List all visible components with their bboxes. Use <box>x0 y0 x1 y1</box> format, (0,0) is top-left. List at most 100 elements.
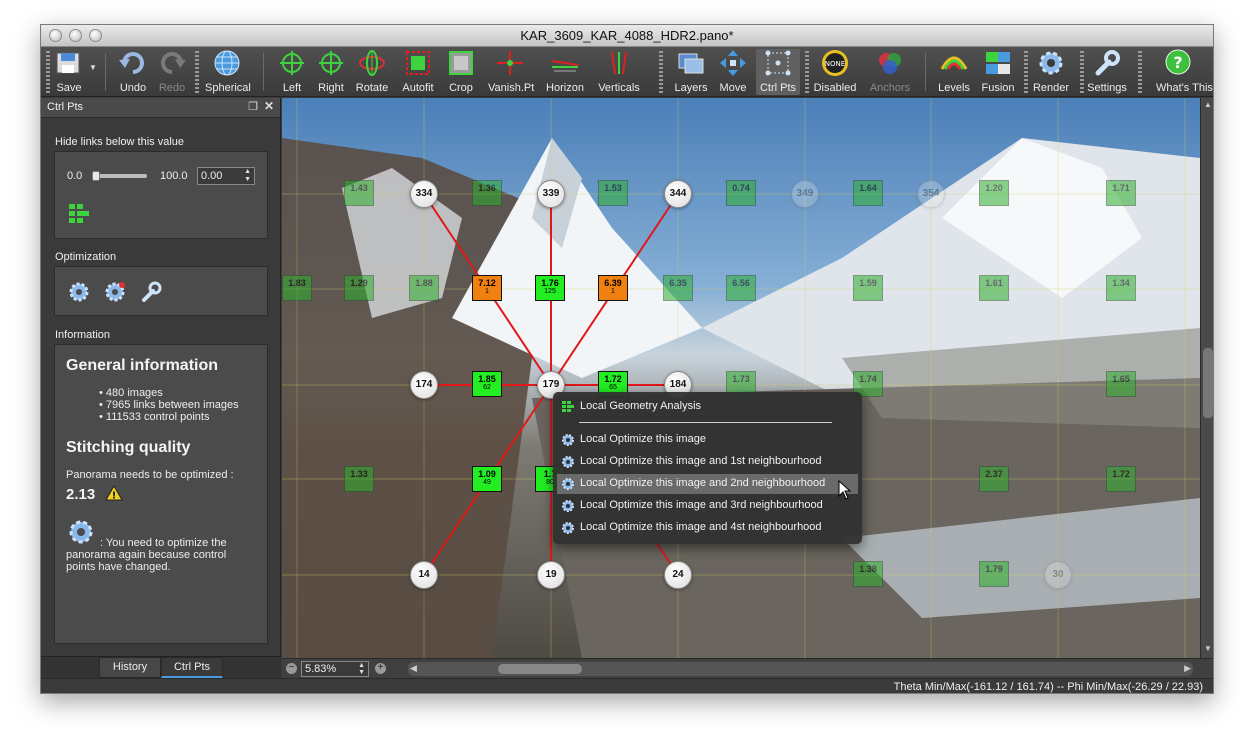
slider-knob[interactable] <box>92 171 100 181</box>
faint-link-weight[interactable]: 1.29 <box>344 275 374 301</box>
faint-link-weight[interactable]: 1.72 <box>1106 466 1136 492</box>
optimizer-settings-wrench-icon[interactable] <box>139 280 163 304</box>
faint-link-weight[interactable]: 1.53 <box>598 180 628 206</box>
faint-image-node[interactable]: 349 <box>791 180 819 208</box>
optimize-gear-icon[interactable] <box>67 280 91 304</box>
toolbar-grip[interactable] <box>805 51 809 93</box>
scroll-left-icon[interactable]: ◀ <box>410 663 417 674</box>
zoom-spin-arrows-icon[interactable]: ▲ ▼ <box>358 662 365 676</box>
fusion-button[interactable]: Fusion <box>981 49 1015 95</box>
menu-item-local-optimize[interactable]: Local Optimize this image <box>557 430 858 450</box>
faint-link-weight[interactable]: 1.71 <box>1106 180 1136 206</box>
faint-link-weight[interactable]: 1.61 <box>979 275 1009 301</box>
toolbar-grip[interactable] <box>1138 51 1142 93</box>
faint-link-weight[interactable]: 0.74 <box>726 180 756 206</box>
levels-button[interactable]: Levels <box>938 49 970 95</box>
link-weight[interactable]: 1.09 49 <box>472 466 502 492</box>
image-node[interactable]: 344 <box>664 180 692 208</box>
faint-link-weight[interactable]: 1.59 <box>853 275 883 301</box>
rotate-left-button[interactable]: Left <box>276 49 308 95</box>
settings-button[interactable]: Settings <box>1087 49 1127 95</box>
vanishing-point-button[interactable]: Vanish.Pt <box>488 49 534 95</box>
image-node[interactable]: 334 <box>410 180 438 208</box>
redo-button[interactable]: Redo <box>156 49 188 95</box>
link-weight[interactable]: 1.85 62 <box>472 371 502 397</box>
geometry-analysis-icon[interactable] <box>67 202 91 224</box>
spin-arrows-icon[interactable]: ▲ ▼ <box>244 168 251 184</box>
optimize-local-gear-icon[interactable] <box>103 280 127 304</box>
faint-link-weight[interactable]: 6.56 <box>726 275 756 301</box>
menu-item-local-geometry-analysis[interactable]: Local Geometry Analysis <box>557 397 858 417</box>
faint-link-weight[interactable]: 1.64 <box>853 180 883 206</box>
faint-link-weight[interactable]: 6.35 <box>663 275 693 301</box>
menu-item-local-optimize[interactable]: Local Optimize this image and 1st neighb… <box>557 452 858 472</box>
link-weight[interactable]: 7.12 1 <box>472 275 502 301</box>
faint-link-weight[interactable]: 1.65 <box>1106 371 1136 397</box>
save-button[interactable]: Save <box>53 49 85 95</box>
close-panel-icon[interactable]: ✕ <box>264 99 274 113</box>
vertical-scrollbar[interactable]: ▲ ▼ <box>1200 98 1213 658</box>
toolbar-grip[interactable] <box>195 51 199 93</box>
faint-link-weight[interactable]: 1.36 <box>472 180 502 206</box>
fusion-icon <box>986 52 1010 74</box>
save-dropdown-icon[interactable]: ▼ <box>89 63 97 72</box>
undo-button[interactable]: Undo <box>117 49 149 95</box>
faint-link-weight[interactable]: 1.20 <box>979 180 1009 206</box>
panorama-viewport[interactable]: 1.43 1.36 1.53 0.74 1.64 1.20 1.71 1.83 1.29 1.88… <box>282 98 1200 658</box>
faint-link-weight[interactable]: 2.37 <box>979 466 1009 492</box>
menu-item-local-optimize[interactable]: Local Optimize this image and 2nd neighb… <box>557 474 858 494</box>
tab-ctrl-pts[interactable]: Ctrl Pts <box>161 657 223 678</box>
image-node[interactable]: 174 <box>410 371 438 399</box>
image-node[interactable]: 339 <box>537 180 565 208</box>
toolbar-grip[interactable] <box>659 51 663 93</box>
faint-image-node[interactable]: 354 <box>917 180 945 208</box>
menu-item-label: Local Optimize this image and 1st neighb… <box>580 455 822 467</box>
anchors-button[interactable]: Anchors <box>870 49 910 95</box>
image-node[interactable]: 14 <box>410 561 438 589</box>
faint-link-weight[interactable]: 1.33 <box>344 466 374 492</box>
zoom-spinbox[interactable]: 5.83% ▲ ▼ <box>301 661 369 677</box>
float-panel-icon[interactable]: ❐ <box>248 100 258 113</box>
ctrl-pts-button[interactable]: Ctrl Pts <box>756 49 800 95</box>
image-node[interactable]: 24 <box>664 561 692 589</box>
threshold-spinbox[interactable]: 0.00 ▲ ▼ <box>197 167 255 185</box>
disabled-button[interactable]: NONE Disabled <box>814 49 856 95</box>
link-weight[interactable]: 1.76 125 <box>535 275 565 301</box>
spherical-button[interactable]: Spherical <box>205 49 251 95</box>
faint-link-weight[interactable]: 1.43 <box>344 180 374 206</box>
crop-button[interactable]: Crop <box>445 49 477 95</box>
zoom-in-icon[interactable]: + <box>375 663 386 674</box>
hide-links-slider[interactable] <box>92 171 147 181</box>
rotate-right-button[interactable]: Right <box>315 49 347 95</box>
warning-icon: ! <box>105 485 123 501</box>
horizon-button[interactable]: Horizon <box>546 49 584 95</box>
faint-link-weight[interactable]: 1.83 <box>282 275 312 301</box>
scroll-right-icon[interactable]: ▶ <box>1184 663 1191 674</box>
toolbar-grip[interactable] <box>1024 51 1028 93</box>
faint-image-node[interactable]: 30 <box>1044 561 1072 589</box>
render-button[interactable]: Render <box>1033 49 1069 95</box>
faint-link-weight[interactable]: 1.38 <box>853 561 883 587</box>
menu-item-local-optimize[interactable]: Local Optimize this image and 3rd neighb… <box>557 496 858 516</box>
horizontal-scrollbar[interactable]: ◀ ▶ <box>408 662 1193 676</box>
link-weight[interactable]: 6.39 1 <box>598 275 628 301</box>
link-point-count: 65 <box>609 384 617 391</box>
zoom-out-icon[interactable]: − <box>286 663 297 674</box>
scroll-up-icon[interactable]: ▲ <box>1204 100 1212 109</box>
layers-button[interactable]: Layers <box>674 49 708 95</box>
horizontal-scroll-thumb[interactable] <box>498 664 582 674</box>
menu-item-local-optimize[interactable]: Local Optimize this image and 4st neighb… <box>557 518 858 538</box>
toolbar-grip[interactable] <box>1080 51 1084 93</box>
tab-history[interactable]: History <box>99 657 161 678</box>
move-button[interactable]: Move <box>717 49 749 95</box>
verticals-button[interactable]: Verticals <box>598 49 640 95</box>
whats-this-button[interactable]: ? What's This? <box>1156 49 1213 95</box>
vertical-scroll-thumb[interactable] <box>1203 348 1213 418</box>
scroll-down-icon[interactable]: ▼ <box>1204 644 1212 653</box>
faint-link-weight[interactable]: 1.34 <box>1106 275 1136 301</box>
rotate-button[interactable]: Rotate <box>356 49 388 95</box>
faint-link-weight[interactable]: 1.88 <box>409 275 439 301</box>
faint-link-weight[interactable]: 1.79 <box>979 561 1009 587</box>
autofit-button[interactable]: Autofit <box>402 49 434 95</box>
image-node[interactable]: 19 <box>537 561 565 589</box>
